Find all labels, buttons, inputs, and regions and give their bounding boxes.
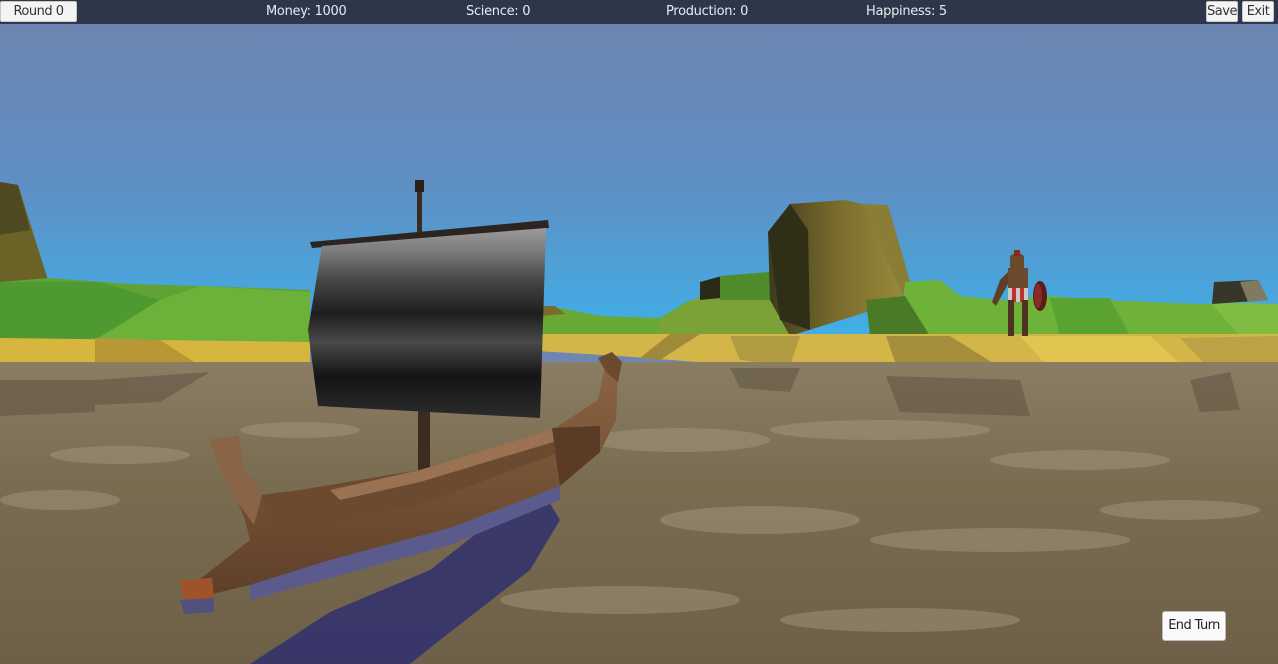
- exit-button[interactable]: Exit: [1242, 1, 1274, 22]
- round-button[interactable]: Round 0: [0, 1, 77, 22]
- sail: [308, 228, 546, 418]
- game-viewport[interactable]: [0, 0, 1278, 664]
- save-button[interactable]: Save: [1206, 1, 1238, 22]
- science-stat: Science: 0: [466, 4, 531, 19]
- production-stat: Production: 0: [666, 4, 749, 19]
- money-stat: Money: 1000: [266, 4, 347, 19]
- happiness-stat: Happiness: 5: [866, 4, 947, 19]
- water: [0, 362, 1278, 664]
- top-status-bar: Round 0 Money: 1000 Science: 0 Productio…: [0, 0, 1278, 24]
- end-turn-button[interactable]: End Turn: [1162, 611, 1226, 641]
